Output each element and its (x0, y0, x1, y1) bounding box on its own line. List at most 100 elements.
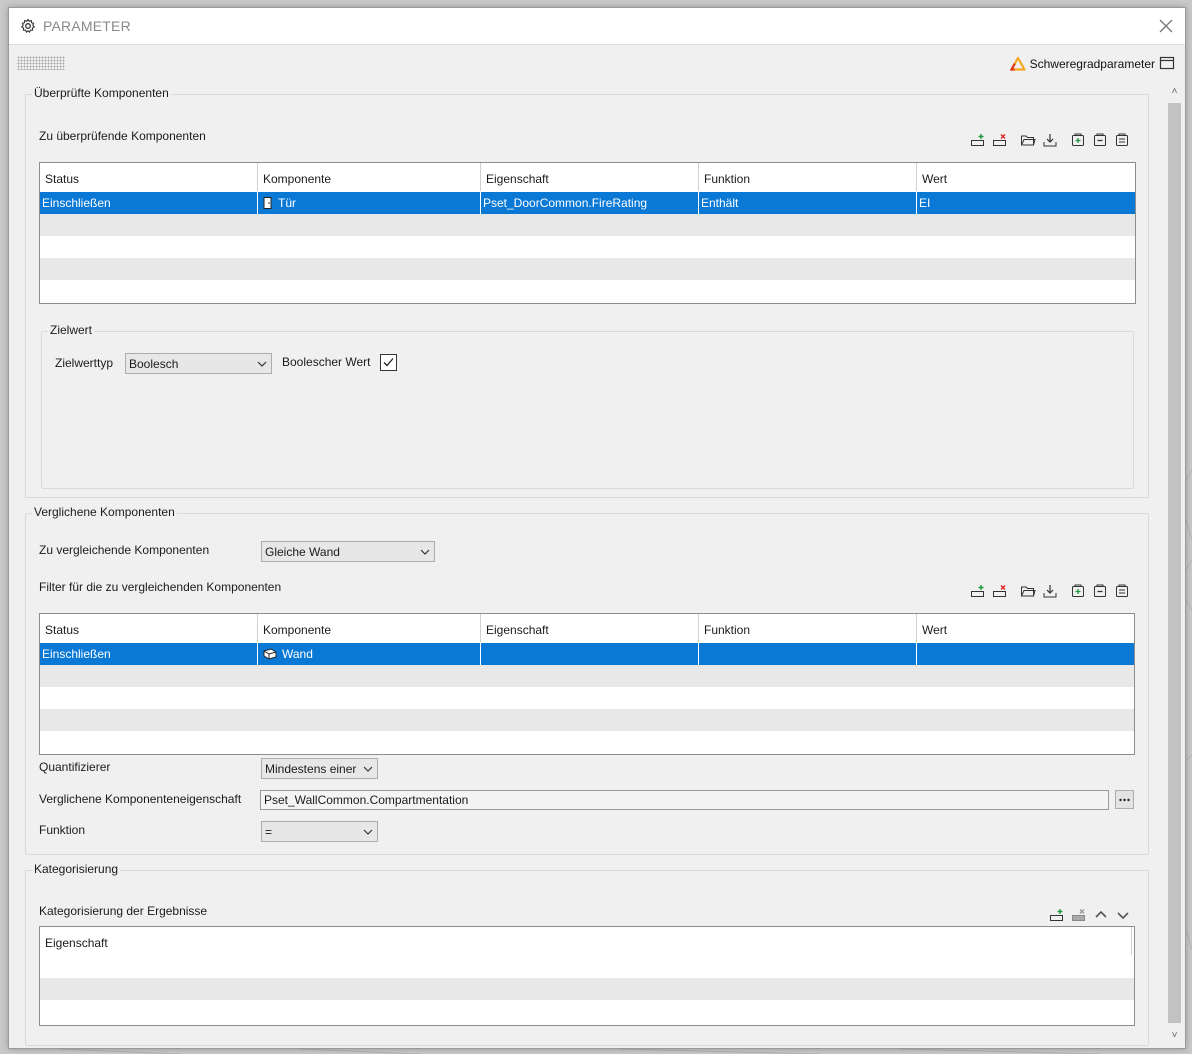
empty-row (40, 214, 1135, 236)
component-cell[interactable]: Wand (258, 643, 481, 665)
close-icon[interactable] (1157, 17, 1175, 35)
status-cell[interactable]: Einschließen (40, 643, 258, 665)
scroll-thumb[interactable] (1168, 103, 1181, 1023)
scroll-up-icon[interactable]: ˄ (1168, 85, 1181, 99)
add-row-icon[interactable] (1049, 907, 1065, 923)
download-icon[interactable] (1042, 132, 1058, 148)
grid-header: Status Komponente Eigenschaft Funktion W… (40, 163, 1135, 191)
empty-row (40, 665, 1134, 687)
compared-components-grid[interactable]: Status Komponente Eigenschaft Funktion W… (39, 613, 1135, 755)
status-cell[interactable]: Einschließen (40, 192, 258, 214)
delete-row-icon[interactable] (992, 583, 1008, 599)
column-header[interactable]: Wert (917, 163, 1135, 191)
ellipsis-icon (1119, 798, 1130, 801)
filter-grid-label: Filter für die zu vergleichenden Kompone… (39, 580, 282, 594)
open-folder-icon[interactable] (1020, 132, 1036, 148)
column-header[interactable]: Status (40, 163, 258, 191)
grid-header: Eigenschaft (40, 927, 1134, 955)
scroll-down-icon[interactable]: ˅ (1168, 1029, 1181, 1043)
quantifier-label: Quantifizierer (39, 760, 111, 774)
open-folder-icon[interactable] (1020, 583, 1036, 599)
checked-components-group: Überprüfte Komponenten Zu überprüfende K… (25, 86, 1149, 498)
drag-grip[interactable] (17, 56, 65, 70)
compared-property-label: Verglichene Komponenteneigenschaft (39, 792, 242, 806)
column-header[interactable]: Funktion (699, 163, 917, 191)
target-type-label: Zielwerttyp (55, 356, 114, 370)
table-row[interactable]: Einschließen Tür Pset_DoorCommon.FireRat… (40, 192, 1135, 214)
column-header[interactable]: Eigenschaft (481, 614, 699, 642)
value-cell[interactable]: EI (917, 192, 1135, 214)
wall-icon (263, 648, 277, 660)
chevron-down-icon (363, 829, 373, 835)
target-type-select[interactable]: Boolesch (125, 353, 272, 374)
add-group-icon[interactable] (1070, 583, 1086, 599)
function-cell[interactable] (699, 643, 917, 665)
compared-property-field[interactable]: Pset_WallCommon.Compartmentation (260, 790, 1109, 810)
quantifier-select[interactable]: Mindestens einer (261, 758, 378, 779)
column-header[interactable]: Funktion (699, 614, 917, 642)
checked-components-grid[interactable]: Status Komponente Eigenschaft Funktion W… (39, 162, 1136, 304)
severity-parameter-button[interactable]: Schweregradparameter (1009, 55, 1155, 73)
chevron-down-icon[interactable] (1115, 907, 1131, 923)
compared-components-group: Verglichene Komponenten Zu vergleichende… (25, 505, 1149, 855)
empty-row (40, 258, 1135, 280)
chevron-down-icon (420, 549, 430, 555)
target-value-group: Zielwert Zielwerttyp Boolesch Boolescher… (41, 323, 1134, 489)
column-header[interactable]: Komponente (258, 163, 481, 191)
empty-row (40, 731, 1134, 753)
parameter-dialog: PARAMETER Schweregradparameter ˄ ˅ Überp… (8, 7, 1186, 1049)
categorization-grid[interactable]: Eigenschaft (39, 926, 1135, 1026)
categorization-grid-label: Kategorisierung der Ergebnisse (39, 904, 208, 918)
column-header[interactable]: Eigenschaft (481, 163, 699, 191)
function-select[interactable]: = (261, 821, 378, 842)
group-list-icon[interactable] (1114, 132, 1130, 148)
column-header[interactable]: Komponente (258, 614, 481, 642)
chevron-down-icon (363, 766, 373, 772)
function-cell[interactable]: Enthält (699, 192, 917, 214)
empty-row (40, 280, 1135, 302)
window-layout-icon[interactable] (1159, 55, 1175, 71)
table-row[interactable]: Einschließen Wand (40, 643, 1134, 665)
column-header[interactable]: Eigenschaft (40, 927, 1132, 955)
empty-row (40, 978, 1134, 1000)
remove-group-icon[interactable] (1092, 132, 1108, 148)
compare-components-value: Gleiche Wand (265, 545, 340, 559)
checkmark-icon (383, 358, 394, 367)
column-header[interactable]: Status (40, 614, 258, 642)
function-value: = (265, 825, 273, 839)
empty-row (40, 956, 1134, 978)
add-row-icon[interactable] (970, 132, 986, 148)
add-group-icon[interactable] (1070, 132, 1086, 148)
download-icon[interactable] (1042, 583, 1058, 599)
vertical-scrollbar[interactable]: ˄ ˅ (1165, 82, 1183, 1046)
compared-grid-toolbar (970, 583, 1130, 599)
add-row-icon[interactable] (970, 583, 986, 599)
component-name: Tür (278, 196, 296, 210)
categorization-group: Kategorisierung Kategorisierung der Erge… (25, 862, 1149, 1046)
value-cell[interactable] (917, 643, 1134, 665)
property-cell[interactable]: Pset_DoorCommon.FireRating (481, 192, 699, 214)
column-header[interactable]: Wert (917, 614, 1134, 642)
delete-row-disabled-icon[interactable] (1071, 907, 1087, 923)
group-title: Kategorisierung (32, 862, 121, 876)
empty-row (40, 236, 1135, 258)
compare-components-select[interactable]: Gleiche Wand (261, 541, 435, 562)
function-label: Funktion (39, 823, 86, 837)
group-list-icon[interactable] (1114, 583, 1130, 599)
component-cell[interactable]: Tür (258, 192, 481, 214)
severity-label: Schweregradparameter (1029, 57, 1155, 71)
group-title: Zielwert (48, 323, 95, 337)
checked-grid-toolbar (970, 132, 1130, 148)
door-icon (263, 197, 272, 209)
quantifier-value: Mindestens einer (265, 762, 357, 776)
empty-row (40, 709, 1134, 731)
chevron-up-icon[interactable] (1093, 907, 1109, 923)
boolean-value-checkbox[interactable] (380, 354, 397, 371)
delete-row-icon[interactable] (992, 132, 1008, 148)
categorization-toolbar (1049, 907, 1131, 923)
compare-components-label: Zu vergleichende Komponenten (39, 543, 210, 557)
property-cell[interactable] (481, 643, 699, 665)
browse-property-button[interactable] (1115, 790, 1134, 809)
target-type-value: Boolesch (129, 357, 179, 371)
remove-group-icon[interactable] (1092, 583, 1108, 599)
